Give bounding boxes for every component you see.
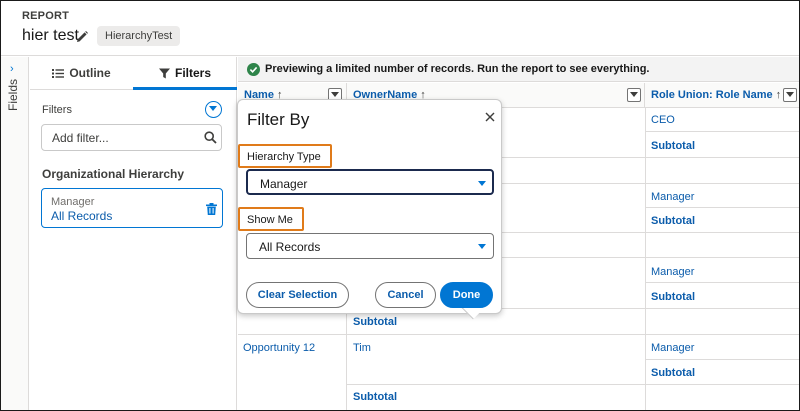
filter-by-popover: Filter By Hierarchy Type Manager Show Me…	[237, 99, 502, 320]
hierarchy-type-label: Hierarchy Type	[247, 151, 321, 163]
role-cell[interactable]: CEO	[651, 114, 675, 126]
tab-filters[interactable]: Filters	[133, 57, 237, 90]
chevron-down-icon	[331, 92, 339, 97]
done-button[interactable]: Done	[440, 282, 493, 308]
hierarchy-type-select[interactable]: Manager	[246, 169, 494, 195]
role-cell[interactable]: Manager	[651, 266, 694, 278]
row-divider	[645, 131, 799, 132]
add-filter-input[interactable]	[41, 124, 222, 151]
subtotal-cell: Subtotal	[651, 140, 695, 152]
show-me-select[interactable]: All Records	[246, 233, 494, 259]
filters-heading: Filters	[42, 104, 72, 116]
panel-tabs: Outline Filters	[30, 57, 237, 90]
subtotal-cell: Subtotal	[651, 291, 695, 303]
filter-card-value: All Records	[51, 209, 113, 223]
report-builder-window: REPORT hier test HierarchyTest › Fields …	[0, 0, 800, 411]
filter-card-label: Manager	[51, 196, 95, 208]
subtotal-cell: Subtotal	[353, 391, 397, 403]
cancel-button[interactable]: Cancel	[375, 282, 436, 308]
hierarchy-filter-card[interactable]: Manager All Records	[41, 188, 223, 228]
tab-outline[interactable]: Outline	[30, 57, 133, 90]
row-divider	[645, 359, 799, 360]
row-divider	[645, 207, 799, 208]
row-divider	[645, 282, 799, 283]
chevron-down-icon	[209, 106, 217, 111]
sort-arrow-icon: ↑	[775, 89, 782, 101]
subtotal-cell: Subtotal	[651, 367, 695, 379]
chevron-down-icon	[478, 181, 486, 186]
tab-filters-label: Filters	[174, 66, 211, 80]
chevron-down-icon	[786, 92, 794, 97]
show-me-value: All Records	[259, 240, 321, 254]
chevron-down-icon	[478, 244, 486, 249]
chevron-down-icon	[630, 92, 638, 97]
column-header-role[interactable]: Role Union: Role Name ↑	[645, 83, 799, 108]
subtotal-cell: Subtotal	[353, 316, 397, 328]
chevron-right-icon[interactable]: ›	[10, 63, 14, 75]
column-menu-button-owner[interactable]	[627, 88, 641, 102]
opportunity-name-cell[interactable]: Opportunity 12	[243, 342, 315, 354]
trash-icon[interactable]	[206, 203, 217, 215]
tab-outline-label: Outline	[69, 66, 111, 80]
column-label-role: Role Union: Role Name	[651, 89, 773, 101]
row-divider	[346, 384, 799, 385]
list-icon	[52, 69, 65, 78]
report-header: REPORT hier test HierarchyTest	[1, 1, 799, 56]
report-title: hier test	[22, 27, 79, 44]
filter-icon	[158, 68, 170, 79]
hierarchy-type-value: Manager	[260, 177, 308, 191]
report-section-label: REPORT	[22, 10, 70, 22]
pencil-icon[interactable]	[75, 30, 89, 44]
preview-message: Previewing a limited number of records. …	[265, 63, 650, 75]
popover-title: Filter By	[247, 110, 310, 129]
report-type-badge: HierarchyTest	[97, 26, 181, 46]
fields-rail[interactable]: › Fields	[1, 57, 29, 410]
close-icon[interactable]	[485, 112, 495, 122]
clear-selection-button[interactable]: Clear Selection	[246, 282, 349, 308]
preview-notice: Previewing a limited number of records. …	[238, 57, 799, 82]
filters-menu-button[interactable]	[205, 101, 222, 118]
role-cell[interactable]: Manager	[651, 342, 694, 354]
row-divider	[238, 334, 799, 335]
column-menu-button-role[interactable]	[783, 88, 797, 102]
success-check-icon	[247, 63, 260, 76]
show-me-label: Show Me	[247, 214, 293, 226]
subtotal-cell: Subtotal	[651, 215, 695, 227]
org-hierarchy-heading: Organizational Hierarchy	[42, 167, 185, 181]
left-panel: Outline Filters Filters Organizational H…	[30, 57, 237, 410]
role-cell[interactable]: Manager	[651, 191, 694, 203]
search-icon[interactable]	[204, 131, 217, 144]
fields-label: Fields	[6, 79, 20, 112]
column-divider	[645, 108, 646, 410]
owner-name-cell[interactable]: Tim	[353, 342, 371, 354]
